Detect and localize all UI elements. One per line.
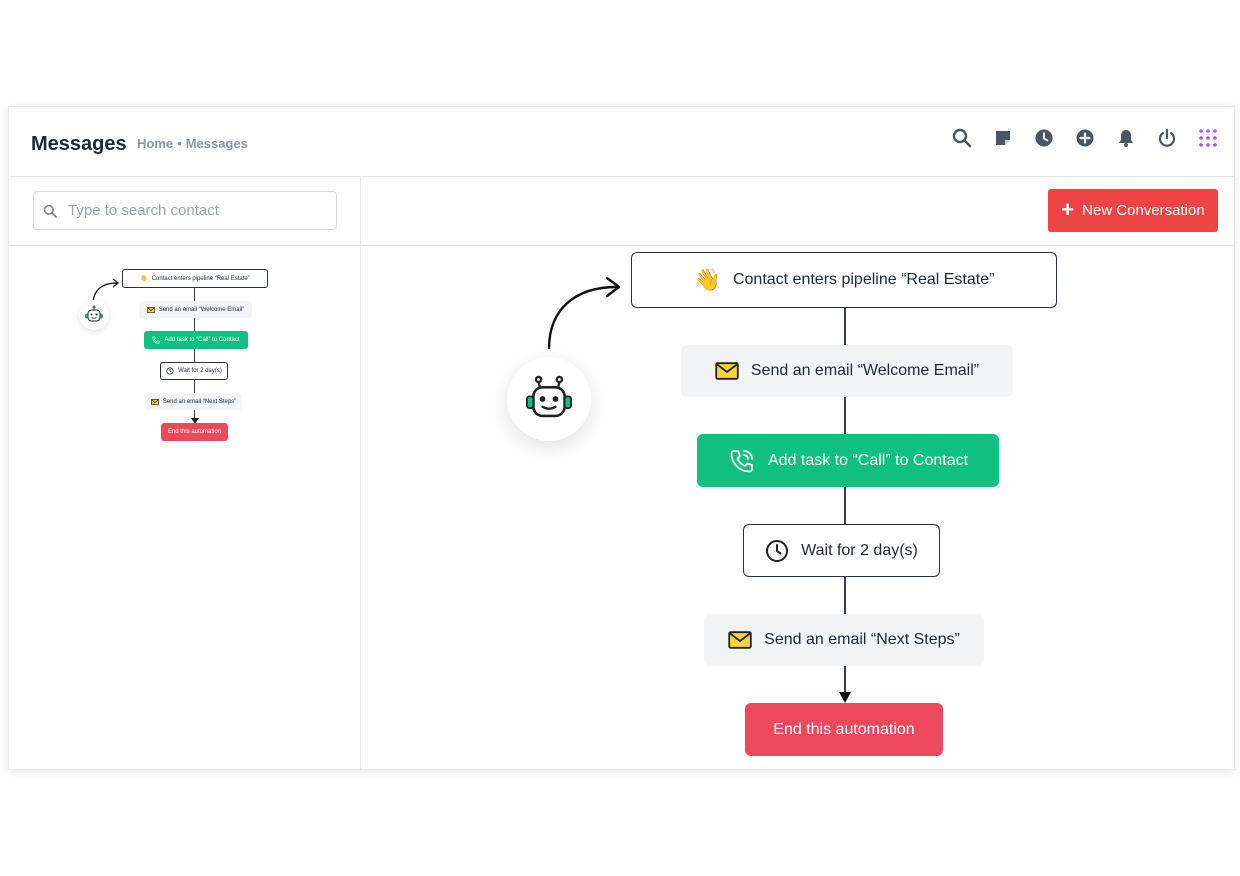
trigger-node[interactable]: 👋 Contact enters pipeline “Real Estate” — [631, 252, 1057, 308]
mini-end-label: End this automation — [167, 429, 222, 435]
search-icon[interactable] — [950, 126, 974, 150]
breadcrumb-separator: • — [177, 136, 182, 151]
mini-wait-label: Wait for 2 day(s) — [178, 368, 222, 374]
mini-connector — [194, 318, 195, 331]
mini-email-node-1: Send an email “Welcome Email” — [139, 301, 252, 318]
new-conversation-button[interactable]: + New Conversation — [1048, 189, 1218, 232]
new-conversation-label: New Conversation — [1082, 202, 1205, 219]
envelope-icon — [715, 362, 739, 380]
arrowhead-icon — [839, 692, 851, 703]
mini-trigger-node: 👋 Contact enters pipeline “Real Estate” — [122, 269, 268, 288]
envelope-icon — [146, 306, 155, 313]
email-next-steps-label: Send an email “Next Steps” — [764, 631, 960, 648]
wait-label: Wait for 2 day(s) — [801, 541, 918, 559]
power-icon[interactable] — [1155, 126, 1179, 150]
page-header: Messages Home • Messages — [9, 107, 1234, 177]
mini-wait-node: Wait for 2 day(s) — [160, 362, 228, 380]
mini-email-2-label: Send an email “Next Steps” — [162, 398, 237, 405]
envelope-icon — [728, 631, 752, 649]
mini-connector — [194, 349, 195, 362]
search-field-icon — [43, 204, 57, 218]
flow-connector — [844, 577, 846, 614]
flow-connector — [844, 397, 846, 434]
envelope-icon — [150, 398, 159, 405]
email-node-welcome[interactable]: Send an email “Welcome Email” — [681, 345, 1013, 397]
note-icon[interactable] — [991, 126, 1015, 150]
header-toolbar — [950, 125, 1220, 151]
mini-robot-icon — [79, 300, 109, 330]
apps-grid-icon[interactable] — [1196, 126, 1220, 150]
wave-emoji-icon: 👋 — [693, 267, 721, 292]
clock-icon[interactable] — [1032, 126, 1056, 150]
contact-search-input[interactable] — [66, 192, 330, 229]
mini-email-node-2: Send an email “Next Steps” — [145, 393, 242, 410]
conversation-toolbar: + New Conversation — [361, 177, 1234, 246]
contacts-sidebar: 👋 Contact enters pipeline “Real Estate” … — [9, 177, 361, 769]
mini-connector — [194, 288, 195, 301]
mini-trigger-label: Contact enters pipeline “Real Estate” — [151, 275, 250, 282]
wave-emoji-icon: 👋 — [140, 276, 148, 282]
search-box — [33, 191, 337, 230]
trigger-label: Contact enters pipeline “Real Estate” — [732, 271, 995, 288]
email-welcome-label: Send an email “Welcome Email” — [750, 362, 980, 379]
sidebar-search-bar — [9, 177, 360, 246]
phone-call-icon — [730, 449, 753, 472]
clock-icon — [766, 539, 789, 562]
task-label: Add task to “Call” to Contact — [767, 451, 969, 469]
flow-connector — [844, 308, 846, 345]
breadcrumb-home[interactable]: Home — [137, 136, 173, 151]
email-node-next-steps[interactable]: Send an email “Next Steps” — [704, 614, 984, 666]
add-circle-icon[interactable] — [1073, 126, 1097, 150]
wait-node[interactable]: Wait for 2 day(s) — [743, 524, 940, 577]
mini-end-node: End this automation — [161, 423, 228, 441]
breadcrumb-current: Messages — [185, 136, 248, 151]
phone-icon — [152, 336, 160, 344]
trigger-arrow-icon — [547, 276, 621, 350]
messages-app: Messages Home • Messages Type to search … — [8, 106, 1235, 770]
clock-icon — [166, 367, 174, 375]
plus-icon: + — [1061, 196, 1075, 222]
mini-task-label: Add task to “Call” to Contact — [164, 337, 240, 343]
end-automation-node[interactable]: End this automation — [745, 703, 943, 756]
bell-icon[interactable] — [1114, 126, 1138, 150]
mini-task-node: Add task to “Call” to Contact — [144, 331, 248, 349]
robot-icon — [507, 357, 591, 441]
end-automation-label: End this automation — [773, 720, 915, 738]
task-node[interactable]: Add task to “Call” to Contact — [697, 434, 999, 487]
flow-connector — [844, 487, 846, 524]
breadcrumb: Home • Messages — [137, 136, 248, 151]
page-title: Messages — [31, 133, 127, 155]
conversation-panel: + New Conversation 👋 Contact enters pipe… — [361, 177, 1234, 769]
mini-email-1-label: Send an email “Welcome Email” — [158, 306, 245, 313]
mini-connector — [194, 380, 195, 393]
